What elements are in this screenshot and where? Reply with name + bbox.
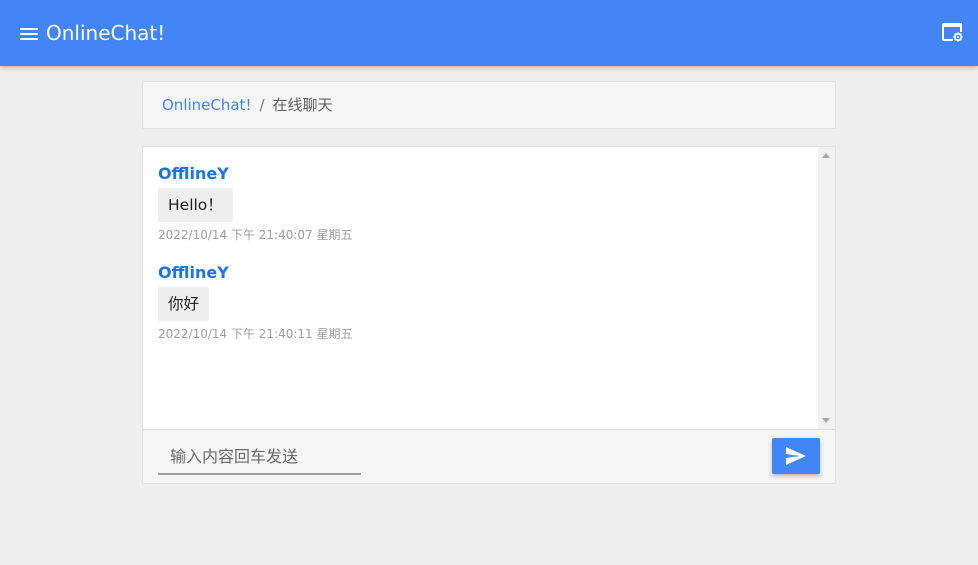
breadcrumb-separator: / xyxy=(259,96,265,114)
message-scrollbar[interactable] xyxy=(818,147,835,429)
breadcrumb-home-link[interactable]: OnlineChat! xyxy=(162,96,251,114)
app-bar: OnlineChat! xyxy=(0,0,978,66)
message-bubble: 你好 xyxy=(158,287,210,321)
app-title: OnlineChat! xyxy=(46,21,166,45)
message-timestamp: 2022/10/14 下午 21:40:07 星期五 xyxy=(158,228,353,242)
message-sender: OfflineY xyxy=(158,164,229,183)
menu-button[interactable] xyxy=(14,20,44,48)
scroll-down-arrow-icon[interactable] xyxy=(822,418,830,423)
scroll-up-arrow-icon[interactable] xyxy=(822,153,830,158)
message-item: OfflineY Hello！ 2022/10/14 下午 21:40:07 星… xyxy=(158,163,353,244)
message-list[interactable]: OfflineY Hello！ 2022/10/14 下午 21:40:07 星… xyxy=(143,147,819,429)
breadcrumb-current: 在线聊天 xyxy=(272,96,333,114)
menu-icon-bar xyxy=(20,33,38,35)
message-bubble: Hello！ xyxy=(158,188,233,222)
send-icon xyxy=(786,447,806,465)
message-sender: OfflineY xyxy=(158,263,229,282)
message-input[interactable] xyxy=(158,440,361,475)
breadcrumb: OnlineChat! / 在线聊天 xyxy=(142,81,836,129)
chat-panel: OfflineY Hello！ 2022/10/14 下午 21:40:07 星… xyxy=(142,146,836,484)
menu-icon-bar xyxy=(20,28,38,30)
menu-icon-bar xyxy=(20,38,38,40)
settings-button[interactable] xyxy=(940,20,968,48)
send-button[interactable] xyxy=(772,438,820,474)
message-timestamp: 2022/10/14 下午 21:40:11 星期五 xyxy=(158,327,353,341)
composer-bar xyxy=(143,429,835,483)
message-item: OfflineY 你好 2022/10/14 下午 21:40:11 星期五 xyxy=(158,262,353,343)
window-settings-icon xyxy=(942,23,963,42)
